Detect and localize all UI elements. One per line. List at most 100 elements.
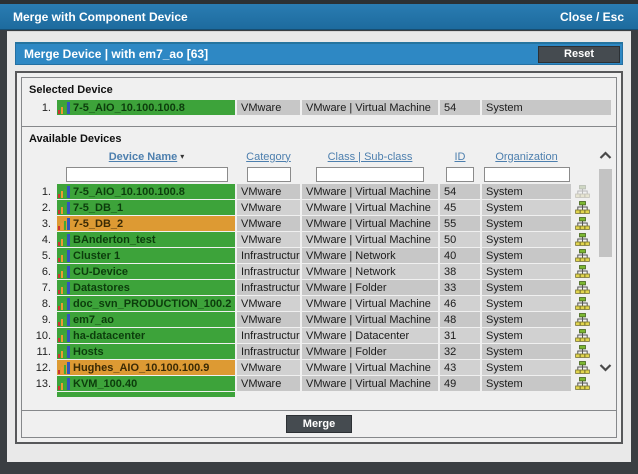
row-index: 11. [36, 345, 51, 358]
device-row[interactable]: 10. ha-datacenter Infrastructure VMware | D… [25, 328, 613, 343]
scrollbar-thumb[interactable] [599, 169, 612, 257]
column-header-link[interactable]: Class | Sub-class [328, 151, 413, 163]
class-cell: VMware | Virtual Machine [302, 184, 438, 199]
device-name-cell[interactable]: Hughes_AIO_10.100.100.9 [57, 360, 235, 375]
device-row[interactable]: 9. em7_ao VMware VMware | Virtual Machine 48… [25, 312, 613, 327]
category-cell: Infrastructure [237, 248, 300, 263]
device-row[interactable]: 3. 7-5_DB_2 VMware VMware | Virtual Machine… [25, 216, 613, 231]
merge-button[interactable]: Merge [286, 415, 352, 433]
device-name-label: BAnderton_test [73, 233, 156, 246]
merge-target-icon[interactable] [573, 344, 591, 359]
device-name-filter-input[interactable] [65, 166, 228, 182]
device-name-cell[interactable]: Datastores [57, 280, 235, 295]
id-cell: 33 [440, 280, 480, 295]
bar-chart-icon [58, 345, 71, 358]
device-name-cell[interactable]: BAnderton_test [57, 232, 235, 247]
merge-target-icon[interactable] [573, 200, 591, 215]
organization-cell: System [482, 216, 571, 231]
reset-button[interactable]: Reset [538, 45, 620, 63]
row-index: 10. [35, 329, 51, 342]
dialog-title: Merge with Component Device [13, 9, 188, 24]
merge-target-icon[interactable] [573, 376, 591, 391]
merge-target-icon[interactable] [573, 280, 591, 295]
device-name-label: KVM_100.40 [73, 377, 138, 390]
device-name-label: ha-datacenter [73, 329, 146, 342]
merge-target-icon[interactable] [573, 312, 591, 327]
merge-target-icon[interactable] [573, 296, 591, 311]
device-row[interactable]: 8. doc_svn_PRODUCTION_100.2 VMware VMware |… [25, 296, 613, 311]
row-index: 1. [41, 101, 51, 114]
scroll-up-icon[interactable] [599, 147, 612, 165]
device-row[interactable]: 1. 7-5_AIO_10.100.100.8 VMware VMware | Vir… [25, 184, 613, 199]
device-name-label: Cluster 1 [73, 249, 121, 262]
device-table-body: 1. 7-5_AIO_10.100.100.8 VMware VMware | Vir… [25, 184, 613, 398]
device-name-cell[interactable]: Hosts [57, 344, 235, 359]
id-cell: 32 [440, 344, 480, 359]
merge-device-title: Merge Device | with em7_ao [63] [24, 47, 209, 61]
device-name-cell[interactable]: 7-5_AIO_10.100.100.8 [57, 100, 235, 115]
category-cell: Infrastructure [237, 328, 300, 343]
device-name-label: 7-5_DB_2 [73, 217, 124, 230]
merge-target-icon [573, 184, 591, 199]
window-frame: Merge Device | with em7_ao [63] Reset Se… [0, 31, 638, 474]
class-cell: VMware | Datacenter [302, 328, 438, 343]
device-name-cell[interactable]: Cluster 1 [57, 248, 235, 263]
device-row[interactable]: 11. Hosts Infrastructure VMware | Folder 32 S… [25, 344, 613, 359]
merge-target-icon[interactable] [573, 328, 591, 343]
class-cell: VMware | Virtual Machine [302, 376, 438, 391]
filter-cell [482, 166, 571, 182]
device-name-label: Datastores [73, 281, 130, 294]
device-row[interactable]: 13. KVM_100.40 VMware VMware | Virtual Mach… [25, 376, 613, 391]
category-cell: VMware [237, 232, 300, 247]
merge-target-icon[interactable] [573, 248, 591, 263]
class-cell: VMware | Network [302, 264, 438, 279]
merge-target-icon[interactable] [573, 216, 591, 231]
device-row[interactable]: 5. Cluster 1 Infrastructure VMware | Networ… [25, 248, 613, 263]
id-filter-input[interactable] [446, 166, 474, 182]
bar-chart-icon [58, 361, 71, 374]
device-name-cell[interactable]: em7_ao [57, 312, 235, 327]
organization-cell: System [482, 200, 571, 215]
scroll-down-icon[interactable] [599, 359, 612, 377]
device-row[interactable]: 4. BAnderton_test VMware VMware | Virtual M… [25, 232, 613, 247]
device-row[interactable]: 2. 7-5_DB_1 VMware VMware | Virtual Machine… [25, 200, 613, 215]
device-name-cell[interactable]: CU-Device [57, 264, 235, 279]
device-row[interactable]: 6. CU-Device Infrastructure VMware | Networ… [25, 264, 613, 279]
device-name-label: Hosts [73, 345, 104, 358]
merge-target-icon[interactable] [573, 232, 591, 247]
column-header-link[interactable]: Organization [495, 151, 557, 163]
column-header-link[interactable]: ID [455, 151, 466, 163]
available-devices-section: Available Devices Device Name ▾ Category Cl… [21, 126, 617, 411]
vertical-scrollbar[interactable] [597, 147, 614, 377]
device-name-cell[interactable]: 7-5_DB_2 [57, 216, 235, 231]
bar-chart-icon [58, 281, 71, 294]
category-cell: VMware [237, 216, 300, 231]
column-header-link[interactable]: Category [246, 151, 291, 163]
row-index: 6. [41, 265, 51, 278]
available-devices-section-title: Available Devices [29, 133, 122, 145]
device-name-cell[interactable]: 7-5_DB_1 [57, 200, 235, 215]
device-name-cell[interactable]: KVM_100.40 [57, 376, 235, 391]
category-filter-input[interactable] [246, 166, 291, 182]
column-header-device-name: Device Name ▾ [57, 151, 235, 163]
device-name-cell[interactable]: 7-5_AIO_10.100.100.8 [57, 184, 235, 199]
class-cell: VMware | Virtual Machine [302, 296, 438, 311]
close-button[interactable]: Close / Esc [560, 10, 624, 24]
device-name-cell[interactable]: ha-datacenter [57, 328, 235, 343]
row-index: 13. [35, 377, 51, 390]
device-row[interactable]: 12. Hughes_AIO_10.100.100.9 VMware VMware |… [25, 360, 613, 375]
category-cell: Infrastructure [237, 264, 300, 279]
merge-target-icon[interactable] [573, 360, 591, 375]
sort-indicator-icon: ▾ [180, 152, 185, 161]
merge-target-icon[interactable] [573, 264, 591, 279]
table-header-row: Device Name ▾ Category Class | Sub-class ID O… [25, 149, 613, 164]
class-filter-input[interactable] [316, 166, 424, 182]
class-cell: VMware | Folder [302, 344, 438, 359]
column-header-link[interactable]: Device Name [109, 151, 178, 163]
device-name-label: CU-Device [73, 265, 129, 278]
device-row[interactable]: 7. Datastores Infrastructure VMware | Folde… [25, 280, 613, 295]
organization-filter-input[interactable] [483, 166, 570, 182]
device-name-cell[interactable]: doc_svn_PRODUCTION_100.2 [57, 296, 235, 311]
class-cell: VMware | Virtual Machine [302, 232, 438, 247]
bar-chart-icon [58, 313, 71, 326]
